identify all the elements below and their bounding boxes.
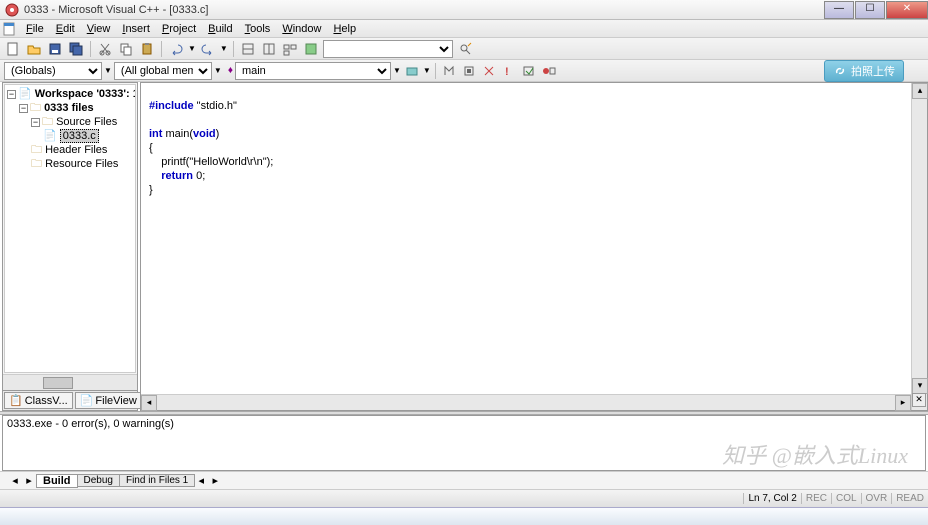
output-pane[interactable]: 0333.exe - 0 error(s), 0 warning(s) (2, 415, 926, 471)
ext-icon[interactable] (302, 40, 320, 58)
app-icon (4, 2, 20, 18)
scroll-right-icon[interactable]: ▸ (895, 395, 911, 411)
minimize-button[interactable]: — (824, 1, 854, 19)
link-icon (833, 64, 847, 78)
breakpoint-icon[interactable] (540, 62, 558, 80)
menu-insert[interactable]: Insert (116, 23, 156, 35)
workspace-icon[interactable] (239, 40, 257, 58)
menu-tools[interactable]: Tools (239, 23, 277, 35)
svg-text:!: ! (505, 66, 509, 78)
function-combo[interactable]: main (235, 62, 391, 80)
status-rec: REC (801, 493, 831, 504)
func-icon: ♦ (228, 65, 233, 76)
redo-drop-icon[interactable]: ▼ (220, 44, 228, 53)
tab-build[interactable]: Build (36, 474, 78, 488)
window-list-icon[interactable] (281, 40, 299, 58)
menu-edit[interactable]: Edit (50, 23, 81, 35)
stop-build-icon[interactable] (480, 62, 498, 80)
tree-scroll-h[interactable] (3, 374, 137, 390)
standard-toolbar: ▼ ▼ (0, 38, 928, 60)
menu-view[interactable]: View (81, 23, 117, 35)
window-title: 0333 - Microsoft Visual C++ - [0333.c] (24, 4, 823, 16)
undo-drop-icon[interactable]: ▼ (188, 44, 196, 53)
cut-icon[interactable] (96, 40, 114, 58)
maximize-button[interactable]: ☐ (855, 1, 885, 19)
scroll-up-icon[interactable]: ▴ (912, 83, 928, 99)
classview-tab[interactable]: 📋ClassV... (4, 392, 73, 409)
code-editor[interactable]: #include "stdio.h" int main(void) { prin… (140, 82, 928, 411)
wiz-action-icon[interactable] (403, 62, 421, 80)
undo-icon[interactable] (167, 40, 185, 58)
status-ovr: OVR (861, 493, 892, 504)
editor-scroll-v[interactable]: ▴ ▾ (911, 83, 927, 410)
find-combo[interactable] (323, 40, 453, 58)
new-file-icon[interactable] (4, 40, 22, 58)
redo-icon[interactable] (199, 40, 217, 58)
close-button[interactable]: ✕ (886, 1, 928, 19)
editor-scroll-h[interactable]: ◂ ▸ (141, 394, 911, 410)
file-tree[interactable]: −📄 Workspace '0333': 1 pr −🗀 0333 files … (4, 84, 136, 373)
menu-project[interactable]: Project (156, 23, 202, 35)
save-icon[interactable] (46, 40, 64, 58)
doc-icon[interactable] (2, 22, 16, 36)
members-combo[interactable]: (All global members (114, 62, 212, 80)
menu-file[interactable]: File (20, 23, 50, 35)
menu-build[interactable]: Build (202, 23, 238, 35)
menu-help[interactable]: Help (327, 23, 362, 35)
output-close-icon[interactable]: ✕ (912, 393, 926, 407)
tab-debug[interactable]: Debug (77, 474, 120, 487)
upload-button[interactable]: 拍照上传 (824, 60, 904, 82)
open-icon[interactable] (25, 40, 43, 58)
tree-file-selected[interactable]: 📄 0333.c (7, 129, 133, 143)
menu-window[interactable]: Window (276, 23, 327, 35)
execute-icon[interactable]: ! (500, 62, 518, 80)
scope-combo[interactable]: (Globals) (4, 62, 102, 80)
wizard-bar: (Globals) ▼ (All global members ▼ ♦ main… (0, 60, 928, 82)
paste-icon[interactable] (138, 40, 156, 58)
save-all-icon[interactable] (67, 40, 85, 58)
scroll-left-icon[interactable]: ◂ (141, 395, 157, 411)
output-tabs: ◂ ▸ Build Debug Find in Files 1 ◂ ▸ (0, 471, 928, 489)
status-bar: Ln 7, Col 2 REC COL OVR READ (0, 489, 928, 507)
find-icon[interactable] (456, 40, 474, 58)
taskbar (0, 507, 928, 525)
tab-prev-icon[interactable]: ◂ (8, 474, 22, 487)
status-read: READ (891, 493, 928, 504)
status-cursor-pos: Ln 7, Col 2 (743, 493, 800, 504)
tab-next-icon[interactable]: ▸ (22, 474, 36, 487)
workspace-panel: −📄 Workspace '0333': 1 pr −🗀 0333 files … (2, 82, 138, 411)
compile-icon[interactable] (440, 62, 458, 80)
tab-find[interactable]: Find in Files 1 (119, 474, 195, 487)
title-bar: 0333 - Microsoft Visual C++ - [0333.c] —… (0, 0, 928, 20)
output-window-icon[interactable] (260, 40, 278, 58)
copy-icon[interactable] (117, 40, 135, 58)
status-col: COL (831, 493, 861, 504)
fileview-tab[interactable]: 📄FileView (75, 392, 142, 409)
go-icon[interactable] (520, 62, 538, 80)
build-icon[interactable] (460, 62, 478, 80)
scroll-down-icon[interactable]: ▾ (912, 378, 928, 394)
output-text: 0333.exe - 0 error(s), 0 warning(s) (7, 418, 921, 430)
menu-bar: File Edit View Insert Project Build Tool… (0, 20, 928, 38)
